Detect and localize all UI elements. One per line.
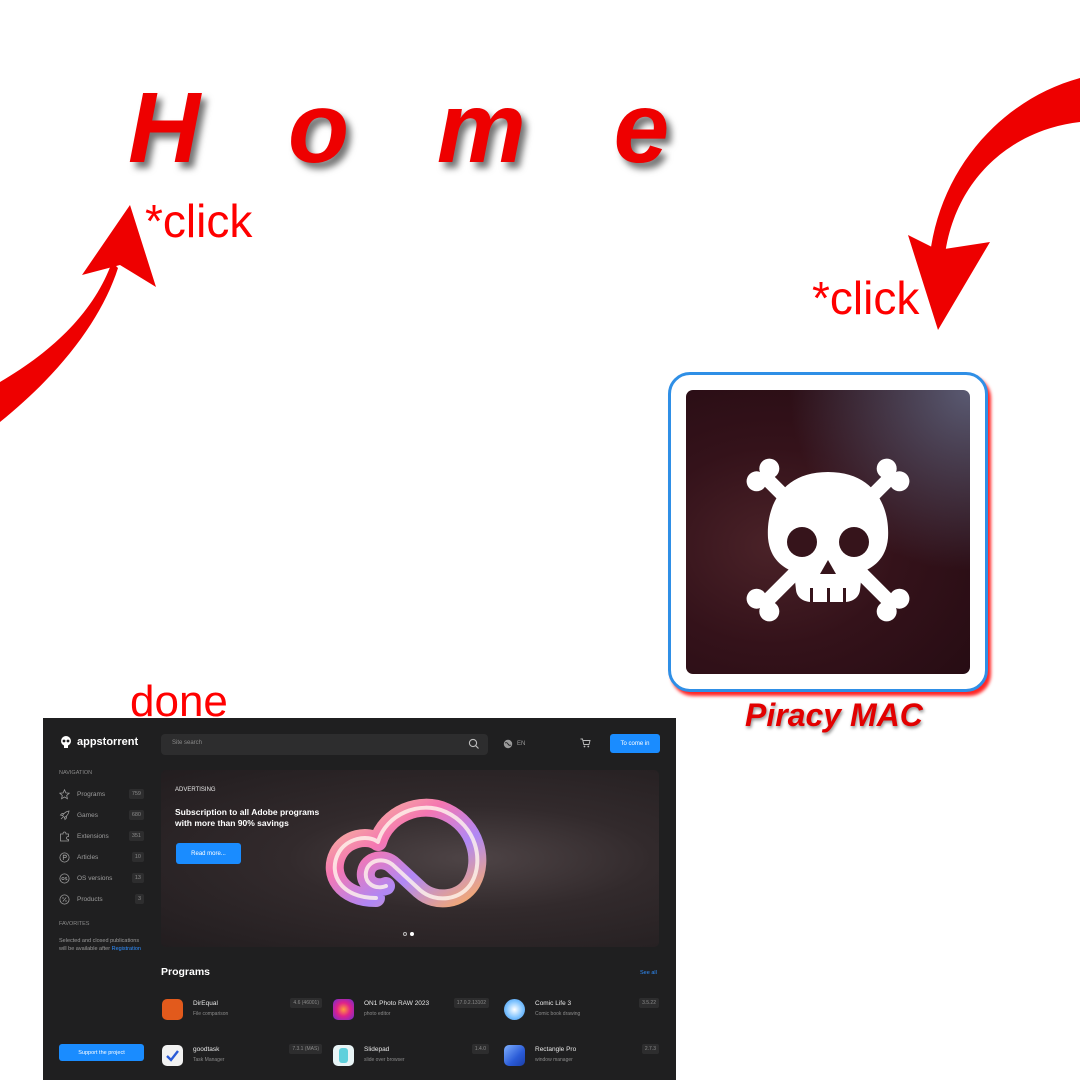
language-label: EN	[517, 741, 526, 747]
right-curved-arrow	[930, 78, 1080, 255]
sidebar-item-os-versions[interactable]: OS versions 13	[59, 871, 144, 885]
program-item-comic-life[interactable]: Comic Life 3 Comic book drawing 3.5.22	[504, 996, 659, 1022]
slidepad-shape-icon	[339, 1048, 348, 1063]
slidepad-app-icon	[333, 1045, 354, 1066]
checkmark-icon	[166, 1050, 179, 1062]
program-description: File comparison	[193, 1011, 229, 1017]
program-description: Task Manager	[193, 1057, 225, 1063]
direqual-app-icon	[162, 999, 183, 1020]
program-description: window manager	[535, 1057, 573, 1063]
left-curved-arrow	[0, 262, 118, 422]
search-icon[interactable]	[468, 738, 480, 750]
sidebar-item-articles[interactable]: Articles 10	[59, 850, 144, 864]
rectangle-pro-app-icon	[504, 1045, 525, 1066]
sidebar-item-products[interactable]: Products 3	[59, 892, 144, 906]
sidebar-item-count: 759	[128, 789, 144, 799]
navigation-header: NAVIGATION	[59, 770, 93, 776]
website-screenshot: appstorrent Site search EN To come in NA…	[43, 718, 676, 1080]
click-annotation-left: *click	[145, 195, 253, 247]
app-icon-background	[686, 390, 970, 674]
skull-crossbones-icon	[746, 458, 910, 622]
program-name: Slidepad	[364, 1046, 390, 1053]
p-circle-icon	[59, 852, 70, 862]
sidebar-item-count: 13	[131, 873, 144, 883]
globe-icon	[503, 739, 513, 749]
sidebar-item-count: 680	[128, 810, 144, 820]
site-logo[interactable]: appstorrent	[59, 735, 138, 749]
program-item-goodtask[interactable]: goodtask Task Manager 7.3.1 (MAS)	[162, 1042, 322, 1068]
os-circle-icon	[59, 873, 70, 883]
carousel-dot[interactable]	[403, 932, 407, 936]
program-name: DirEqual	[193, 1000, 218, 1007]
program-version: 3.5.22	[639, 998, 659, 1008]
program-description: Comic book drawing	[535, 1011, 581, 1017]
program-version: 1.4.0	[471, 1044, 489, 1054]
sidebar-item-count: 10	[131, 852, 144, 862]
programs-heading: Programs	[161, 966, 211, 978]
registration-link[interactable]: Registration	[112, 946, 141, 952]
program-name: Comic Life 3	[535, 1000, 572, 1007]
percent-circle-icon	[59, 894, 70, 904]
program-item-on1-photo-raw[interactable]: ON1 Photo RAW 2023 photo editor 17.0.2.1…	[333, 996, 489, 1022]
rocket-icon	[59, 810, 70, 820]
program-description: slide over browser	[364, 1057, 405, 1063]
program-item-rectangle-pro[interactable]: Rectangle Pro window manager 2.7.3	[504, 1042, 659, 1068]
goodtask-app-icon	[162, 1045, 183, 1066]
sidebar-item-count: 351	[128, 831, 144, 841]
program-item-slidepad[interactable]: Slidepad slide over browser 1.4.0	[333, 1042, 489, 1068]
search-placeholder: Site search	[172, 740, 203, 746]
carousel-dot-active[interactable]	[410, 932, 414, 936]
program-item-direqual[interactable]: DirEqual File comparison 4.6 (46001)	[162, 996, 322, 1022]
program-description: photo editor	[364, 1011, 391, 1017]
see-all-link[interactable]: See all	[640, 970, 657, 976]
read-more-button[interactable]: Read more...	[176, 843, 241, 864]
home-title: H o m e	[128, 72, 700, 184]
brand-name: appstorrent	[77, 736, 139, 748]
advertising-banner[interactable]: ADVERTISING Subscription to all Adobe pr…	[161, 770, 659, 947]
sidebar-item-games[interactable]: Games 680	[59, 808, 144, 822]
right-arrow-head	[908, 235, 990, 330]
sidebar-item-count: 3	[134, 894, 144, 904]
support-project-button[interactable]: Support the project	[59, 1044, 144, 1061]
program-name: goodtask	[193, 1046, 220, 1053]
program-version: 17.0.2.13102	[453, 998, 489, 1008]
language-selector[interactable]: EN	[503, 739, 525, 749]
carousel-dots	[403, 932, 414, 936]
sidebar-item-programs[interactable]: Programs 759	[59, 787, 144, 801]
program-version: 4.6 (46001)	[290, 998, 322, 1008]
skull-logo-icon	[61, 736, 71, 748]
sidebar-item-label: OS versions	[77, 874, 113, 882]
sidebar-item-label: Products	[77, 895, 103, 903]
favorites-note: Selected and closed publications will be…	[59, 938, 141, 954]
banner-tag: ADVERTISING	[175, 787, 216, 793]
cart-icon[interactable]	[580, 738, 591, 748]
creative-cloud-icon	[325, 798, 487, 908]
piracy-mac-app-icon[interactable]	[668, 372, 988, 692]
sidebar: NAVIGATION Programs 759 Games 680 Extens…	[43, 763, 153, 1080]
program-version: 2.7.3	[641, 1044, 659, 1054]
program-name: Rectangle Pro	[535, 1046, 577, 1053]
sidebar-item-label: Games	[77, 811, 98, 819]
sidebar-item-label: Programs	[77, 790, 106, 798]
favorites-header: FAVORITES	[59, 921, 90, 927]
icon-caption: Piracy MAC	[745, 697, 923, 733]
on1-app-icon	[333, 999, 354, 1020]
banner-headline: Subscription to all Adobe programs with …	[175, 807, 320, 828]
program-name: ON1 Photo RAW 2023	[364, 1000, 430, 1007]
site-search-input[interactable]: Site search	[161, 734, 488, 755]
click-annotation-right: *click	[812, 272, 920, 324]
sidebar-item-extensions[interactable]: Extensions 351	[59, 829, 144, 843]
sidebar-item-label: Extensions	[77, 832, 109, 840]
puzzle-icon	[60, 831, 69, 841]
program-version: 7.3.1 (MAS)	[289, 1044, 322, 1054]
login-button[interactable]: To come in	[610, 734, 660, 753]
star-icon	[59, 788, 70, 800]
comic-life-app-icon	[504, 999, 525, 1020]
sidebar-item-label: Articles	[77, 853, 99, 861]
